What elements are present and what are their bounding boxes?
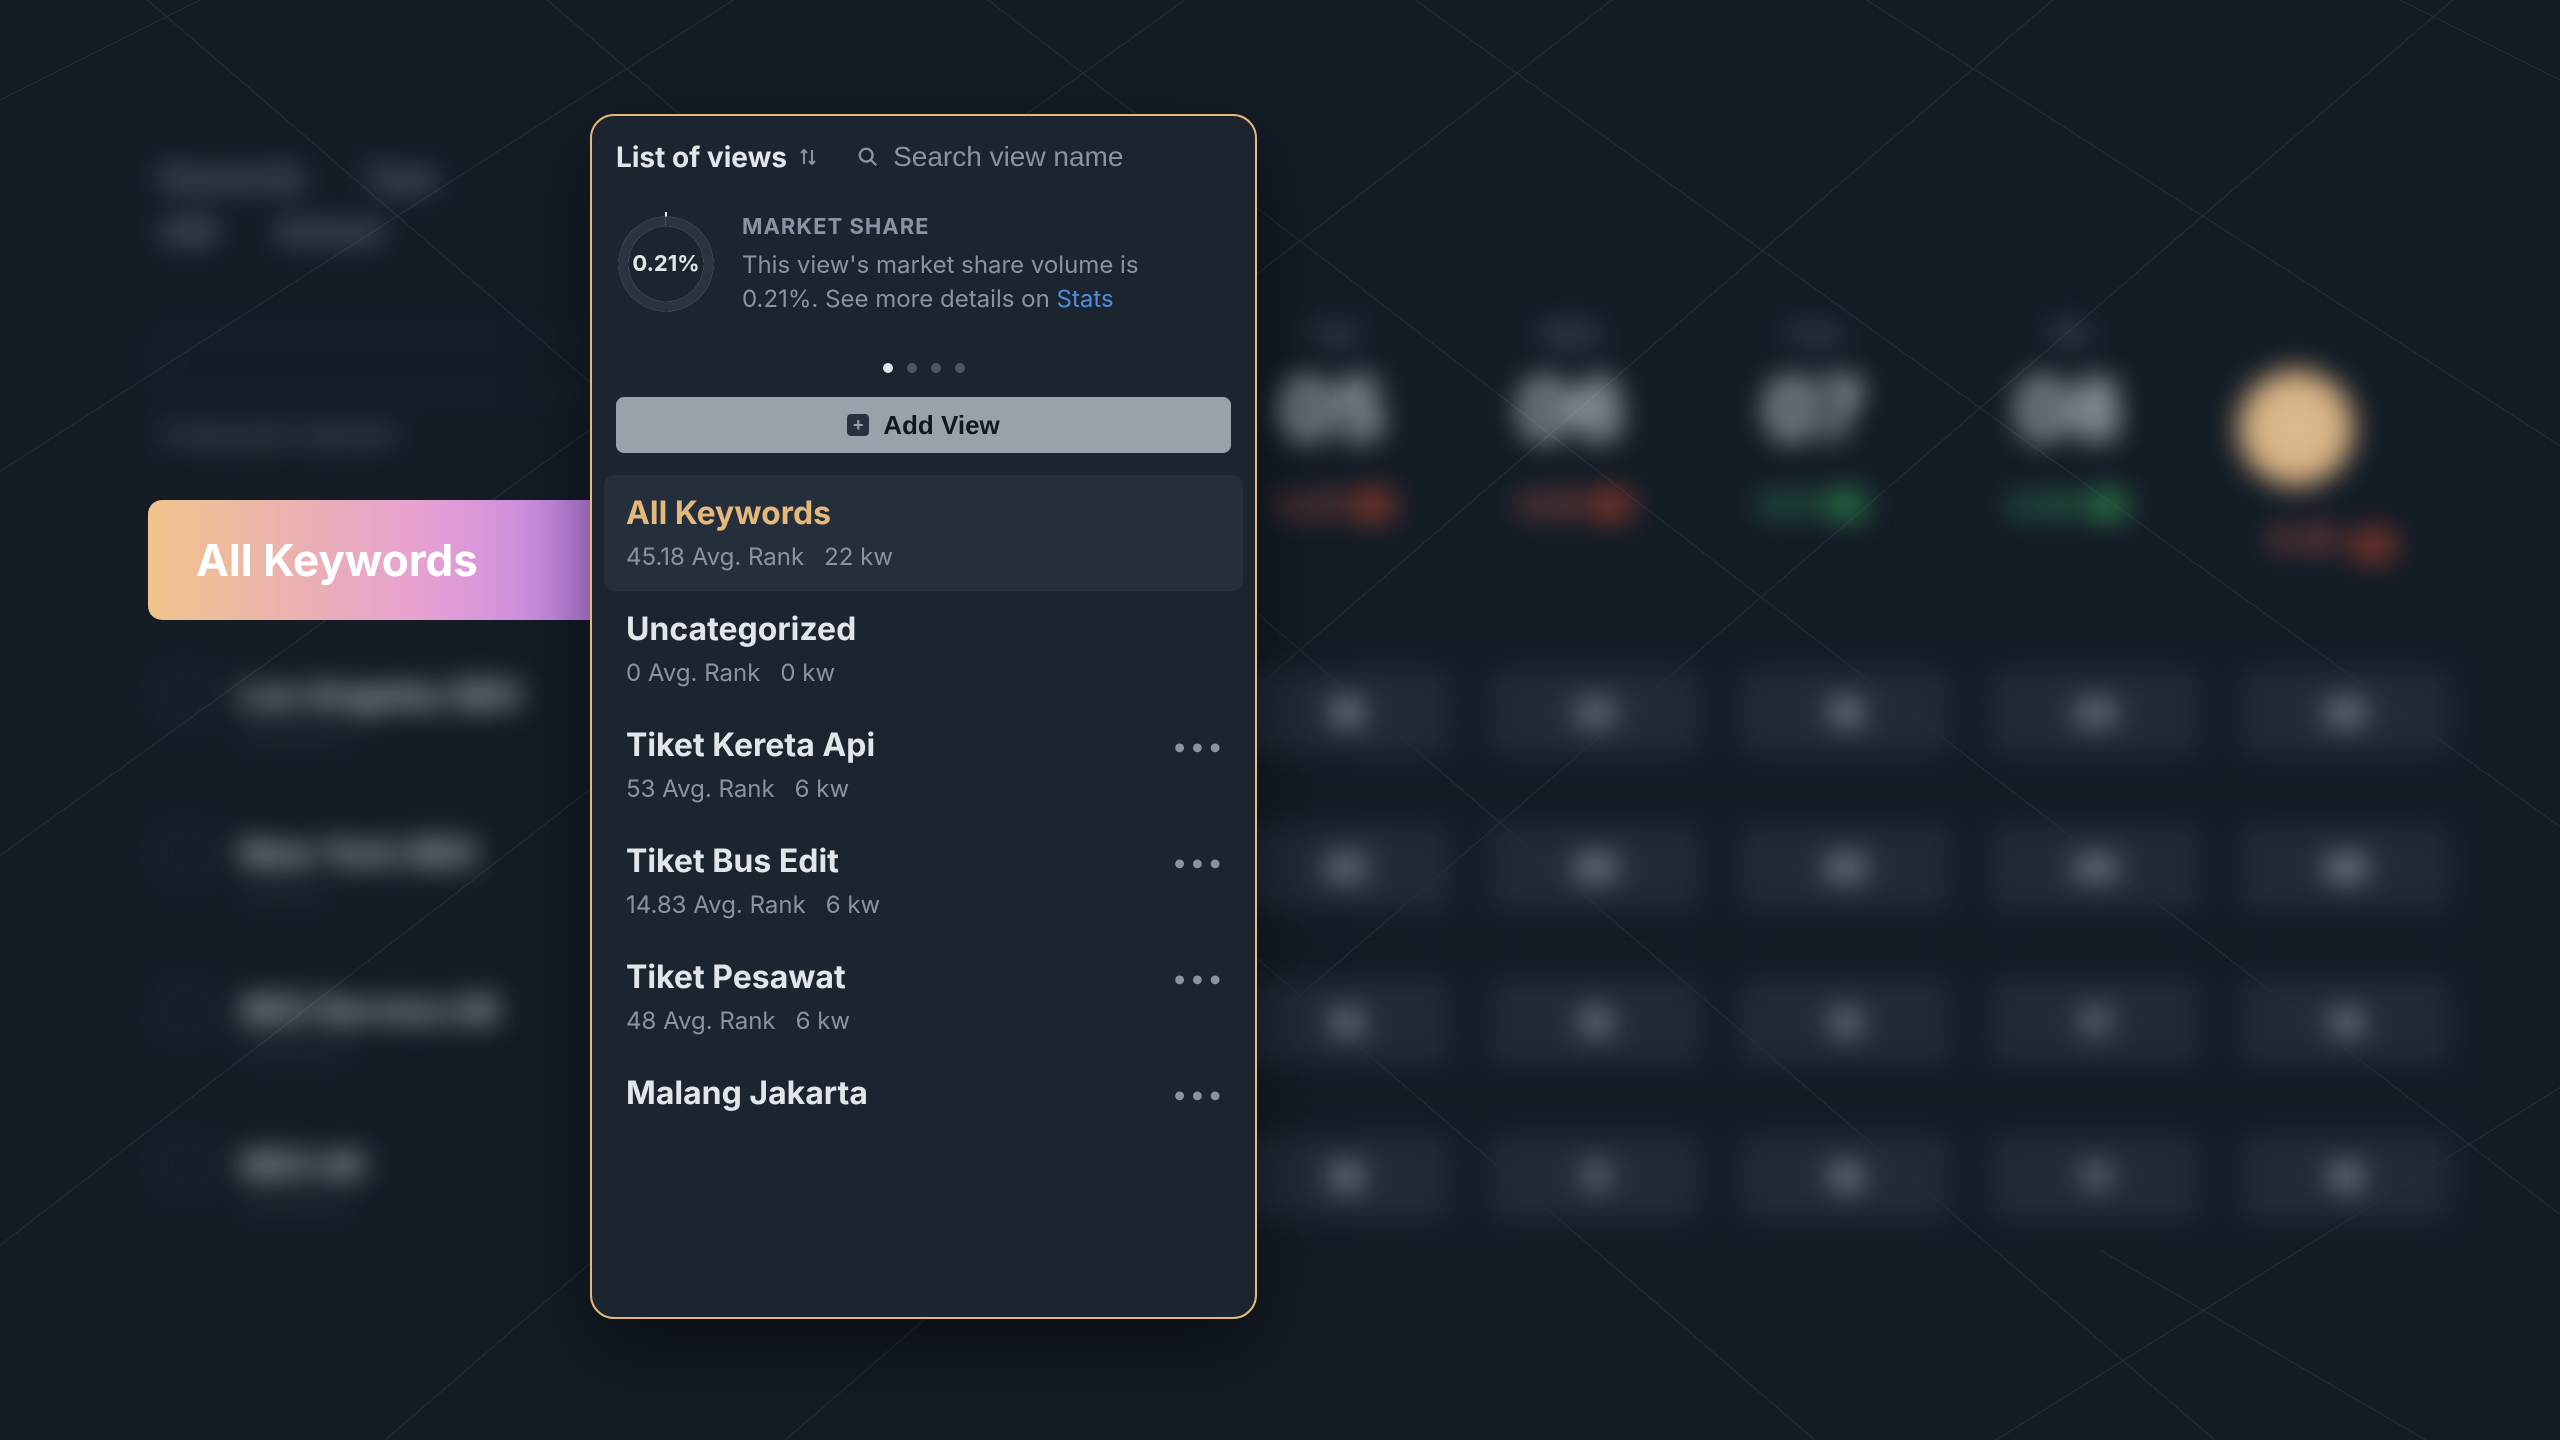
active-view-pill[interactable]: All Keywords bbox=[148, 500, 638, 620]
sort-icon[interactable] bbox=[799, 147, 817, 167]
pager-dots bbox=[592, 363, 1255, 373]
view-row[interactable]: Tiket Pesawat 48 Avg. Rank6 kw ••• bbox=[604, 939, 1243, 1055]
view-row[interactable]: Tiket Kereta Api 53 Avg. Rank6 kw ••• bbox=[604, 707, 1243, 823]
more-icon[interactable]: ••• bbox=[1172, 845, 1225, 879]
stats-link[interactable]: Stats bbox=[1057, 284, 1114, 313]
view-row[interactable]: Uncategorized 0 Avg. Rank0 kw bbox=[604, 591, 1243, 707]
market-share-card: 0.21% MARKET SHARE This view's market sh… bbox=[616, 214, 1231, 315]
market-share-percent: 0.21% bbox=[616, 214, 716, 314]
views-popover: List of views 0.21% MARKE bbox=[590, 114, 1257, 1319]
plus-icon: + bbox=[847, 414, 869, 436]
view-meta: 53 Avg. Rank6 kw bbox=[626, 774, 1227, 803]
view-row[interactable]: All Keywords 45.18 Avg. Rank22 kw bbox=[604, 475, 1243, 591]
view-name: Uncategorized bbox=[626, 609, 1227, 648]
dashboard-background: KeywordsType 268Default 0 keywords selec… bbox=[0, 0, 2560, 1440]
view-row[interactable]: Malang Jakarta••• bbox=[604, 1055, 1243, 1132]
view-meta: 45.18 Avg. Rank22 kw bbox=[626, 542, 1227, 571]
view-name: Malang Jakarta bbox=[626, 1073, 1227, 1112]
view-meta: 0 Avg. Rank0 kw bbox=[626, 658, 1227, 687]
pager-dot[interactable] bbox=[955, 363, 965, 373]
view-name: All Keywords bbox=[626, 493, 1227, 532]
search-input[interactable] bbox=[891, 140, 1191, 174]
market-share-donut: 0.21% bbox=[616, 214, 716, 314]
pager-dot[interactable] bbox=[883, 363, 893, 373]
pager-dot[interactable] bbox=[931, 363, 941, 373]
more-icon[interactable]: ••• bbox=[1172, 961, 1225, 995]
search-icon bbox=[857, 146, 879, 168]
view-name: Tiket Pesawat bbox=[626, 957, 1227, 996]
market-share-desc: This view's market share volume is 0.21%… bbox=[742, 248, 1202, 315]
panel-title: List of views bbox=[616, 140, 787, 174]
market-share-label: MARKET SHARE bbox=[742, 214, 1202, 240]
more-icon[interactable]: ••• bbox=[1172, 729, 1225, 763]
view-meta: 48 Avg. Rank6 kw bbox=[626, 1006, 1227, 1035]
more-icon[interactable]: ••• bbox=[1172, 1077, 1225, 1111]
view-meta: 14.83 Avg. Rank6 kw bbox=[626, 890, 1227, 919]
view-row[interactable]: Tiket Bus Edit 14.83 Avg. Rank6 kw ••• bbox=[604, 823, 1243, 939]
view-name: Tiket Kereta Api bbox=[626, 725, 1227, 764]
view-name: Tiket Bus Edit bbox=[626, 841, 1227, 880]
pager-dot[interactable] bbox=[907, 363, 917, 373]
add-view-button[interactable]: + Add View bbox=[616, 397, 1231, 453]
views-list: All Keywords 45.18 Avg. Rank22 kw Uncatego… bbox=[592, 475, 1255, 1317]
active-view-label: All Keywords bbox=[196, 533, 478, 587]
